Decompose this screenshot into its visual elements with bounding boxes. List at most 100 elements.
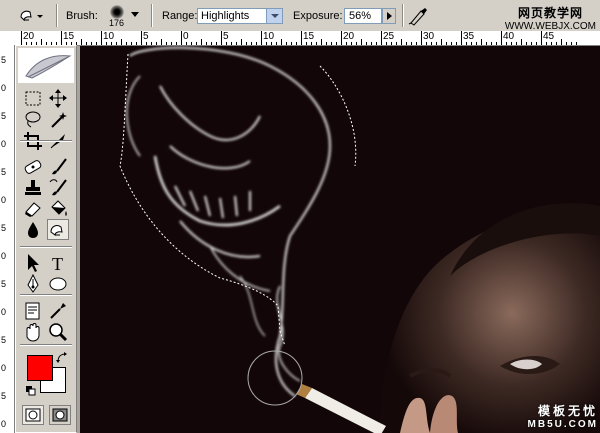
ruler-tick xyxy=(296,42,297,45)
ruler-tick xyxy=(236,42,237,45)
magic-wand-icon xyxy=(51,112,67,128)
ruler-label: 10 xyxy=(263,31,275,42)
toolbox-header[interactable] xyxy=(18,48,74,83)
tool-zoom[interactable] xyxy=(47,321,69,342)
chevron-down-icon[interactable] xyxy=(266,9,282,23)
tool-eyedropper[interactable] xyxy=(47,300,69,321)
ruler-tick xyxy=(436,42,437,45)
airbrush-button[interactable] xyxy=(407,6,429,26)
vruler-label: 0 xyxy=(1,307,7,317)
tool-type[interactable]: T xyxy=(47,252,69,274)
tool-move[interactable] xyxy=(47,88,69,109)
ruler-tick xyxy=(106,42,107,45)
standard-mode-button[interactable] xyxy=(22,405,44,425)
ruler-label: 5 xyxy=(143,31,149,42)
ruler-tick xyxy=(151,42,152,45)
ruler-tick xyxy=(316,42,317,45)
ruler-label: 15 xyxy=(303,31,315,42)
ruler-tick xyxy=(101,31,102,45)
vertical-ruler[interactable]: 5 0 5 0 5 0 5 0 5 0 5 0 5 0 xyxy=(0,45,15,433)
ruler-label: 30 xyxy=(423,31,435,42)
ruler-tick xyxy=(291,42,292,45)
ruler-tick xyxy=(281,39,282,45)
toolbox-divider xyxy=(20,294,72,295)
hand-icon xyxy=(26,323,40,342)
swap-colors-icon[interactable] xyxy=(56,351,68,363)
document-canvas[interactable]: 模板无忧 MB5U.COM xyxy=(80,46,600,433)
ruler-tick xyxy=(246,42,247,45)
tool-blur[interactable] xyxy=(22,219,44,240)
ruler-tick xyxy=(201,39,202,45)
ruler-tick xyxy=(346,42,347,45)
tool-hand[interactable] xyxy=(22,321,44,342)
tool-brush[interactable] xyxy=(47,156,69,177)
shape-icon xyxy=(49,277,67,291)
quick-mask-button[interactable] xyxy=(49,405,71,425)
ruler-tick xyxy=(321,39,322,45)
tool-burn[interactable] xyxy=(47,219,69,240)
ruler-tick xyxy=(541,31,542,45)
ruler-label: 35 xyxy=(463,31,475,42)
exposure-input[interactable]: 56% xyxy=(344,8,382,24)
ruler-tick xyxy=(516,42,517,45)
path-select-icon xyxy=(28,254,39,272)
move-icon xyxy=(49,89,67,108)
ruler-tick xyxy=(156,42,157,45)
ruler-tick xyxy=(536,42,537,45)
ruler-tick xyxy=(326,42,327,45)
ruler-tick xyxy=(466,42,467,45)
tool-path-select[interactable] xyxy=(22,252,44,273)
ruler-tick xyxy=(571,42,572,45)
tool-magic-wand[interactable] xyxy=(47,109,69,130)
ruler-tick xyxy=(441,39,442,45)
ruler-label: 25 xyxy=(383,31,395,42)
ruler-tick xyxy=(216,42,217,45)
ruler-tick xyxy=(431,42,432,45)
ruler-tick xyxy=(166,42,167,45)
brush-preview[interactable] xyxy=(110,5,124,19)
tool-healing-brush[interactable] xyxy=(22,156,44,177)
history-brush-icon xyxy=(49,179,67,196)
tool-lasso[interactable] xyxy=(22,109,44,130)
ruler-tick xyxy=(191,42,192,45)
tool-preset-picker[interactable] xyxy=(18,6,44,26)
ruler-tick xyxy=(486,42,487,45)
tool-shape[interactable] xyxy=(47,273,69,294)
burn-tool-icon xyxy=(20,10,43,22)
tool-clone-stamp[interactable] xyxy=(22,177,44,198)
foreground-color-swatch[interactable] xyxy=(27,355,53,381)
horizontal-ruler[interactable]: 20 15 10 5 0 5 10 15 20 25 30 35 40 45 xyxy=(0,31,600,46)
ruler-tick xyxy=(496,42,497,45)
ruler-tick xyxy=(471,42,472,45)
tool-paint-bucket[interactable] xyxy=(47,198,69,219)
watermark-top: 网页教学网 WWW.WEBJX.COM xyxy=(505,4,596,32)
ruler-tick xyxy=(116,42,117,45)
ruler-tick xyxy=(371,42,372,45)
pen-icon xyxy=(27,273,39,293)
ruler-tick xyxy=(336,42,337,45)
default-colors-icon[interactable] xyxy=(26,383,36,396)
brush-dropdown-icon[interactable] xyxy=(131,12,139,18)
ruler-tick xyxy=(546,42,547,45)
tool-marquee[interactable] xyxy=(22,88,44,109)
tool-notes[interactable] xyxy=(22,300,44,321)
exposure-slider-button[interactable] xyxy=(382,8,396,24)
ruler-tick xyxy=(301,31,302,45)
tool-pen[interactable] xyxy=(22,273,44,294)
feather-logo-icon xyxy=(25,55,72,79)
range-select[interactable]: Highlights xyxy=(197,8,283,24)
ruler-tick xyxy=(406,42,407,45)
vruler-label: 0 xyxy=(1,419,7,429)
burn-icon xyxy=(50,225,63,236)
ruler-tick xyxy=(136,42,137,45)
ruler-tick xyxy=(96,42,97,45)
exposure-label: Exposure: xyxy=(293,10,343,22)
vruler-label: 0 xyxy=(1,83,7,93)
lasso-icon xyxy=(25,111,41,128)
ruler-tick xyxy=(576,42,577,45)
ruler-label: 10 xyxy=(103,31,115,42)
ruler-tick xyxy=(456,42,457,45)
brush-label: Brush: xyxy=(66,10,98,22)
tool-eraser[interactable] xyxy=(22,198,44,219)
tool-history-brush[interactable] xyxy=(47,177,69,198)
